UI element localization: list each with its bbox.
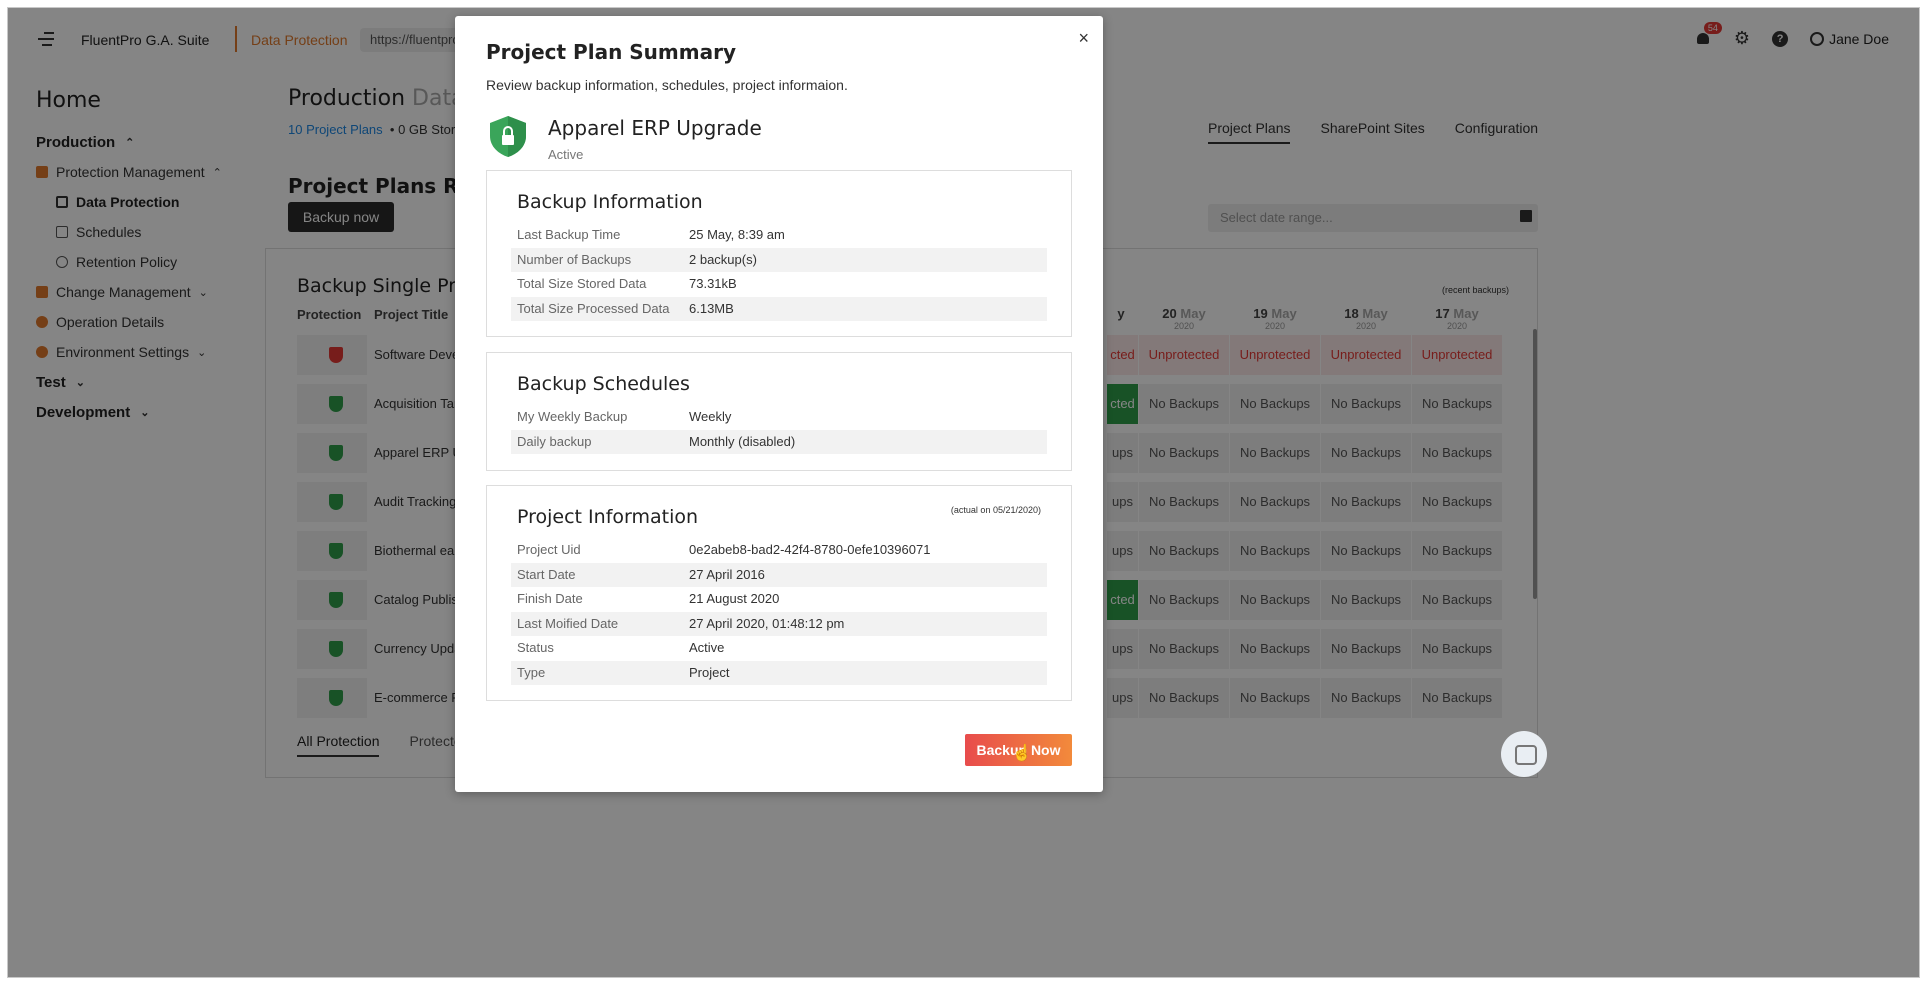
- info-key: Type: [517, 664, 546, 680]
- info-row: Status Active: [511, 636, 1047, 660]
- project-information-title: Project Information: [517, 506, 699, 528]
- info-row: Last Backup Time 25 May, 8:39 am: [511, 223, 1047, 247]
- info-value: 25 May, 8:39 am: [689, 227, 785, 242]
- info-row: Number of Backups 2 backup(s): [511, 247, 1047, 272]
- project-information-panel: Project Information (actual on 05/21/202…: [486, 485, 1072, 701]
- info-key: Last Backup Time: [517, 227, 621, 242]
- info-value: 21 August 2020: [689, 591, 780, 606]
- close-icon[interactable]: ×: [1078, 28, 1089, 49]
- info-value: 0e2abeb8-bad2-42f4-8780-0efe10396071: [689, 542, 931, 557]
- info-row: Total Size Processed Data 6.13MB: [511, 296, 1047, 321]
- info-row: Last Moified Date 27 April 2020, 01:48:12…: [511, 611, 1047, 636]
- info-value: 6.13MB: [689, 300, 734, 316]
- backup-information-panel: Backup Information Last Backup Time 25 Ma…: [486, 170, 1072, 337]
- info-key: Total Size Processed Data: [517, 300, 670, 316]
- info-key: Start Date: [517, 566, 576, 582]
- info-row: Type Project: [511, 660, 1047, 685]
- info-key: Project Uid: [517, 542, 581, 557]
- info-value: Monthly (disabled): [689, 433, 796, 449]
- info-value: 73.31kB: [689, 276, 737, 291]
- shield-lock-icon: [490, 116, 526, 157]
- info-value: 27 April 2020, 01:48:12 pm: [689, 615, 845, 631]
- project-name: Apparel ERP Upgrade: [548, 116, 762, 140]
- chat-icon[interactable]: [1501, 731, 1547, 777]
- info-row: Finish Date 21 August 2020: [511, 587, 1047, 611]
- project-status: Active: [548, 147, 584, 162]
- info-value: Project: [689, 664, 730, 680]
- modal-title: Project Plan Summary: [486, 40, 736, 64]
- backup-schedules-panel: Backup Schedules My Weekly Backup Weekly D…: [486, 352, 1072, 471]
- app-window: FluentPro G.A. Suite Data Protection htt…: [7, 7, 1920, 978]
- project-summary-modal: × Project Plan Summary Review backup inf…: [455, 16, 1103, 792]
- info-key: Last Moified Date: [517, 615, 619, 631]
- info-value: Active: [689, 640, 725, 655]
- info-key: Daily backup: [517, 433, 592, 449]
- info-row: Project Uid 0e2abeb8-bad2-42f4-8780-0efe1…: [511, 538, 1047, 562]
- info-row: Daily backup Monthly (disabled): [511, 429, 1047, 454]
- hand-cursor-icon: ☝: [1012, 745, 1032, 762]
- backup-information-title: Backup Information: [517, 191, 703, 213]
- info-value: 27 April 2016: [689, 566, 765, 582]
- info-key: Total Size Stored Data: [517, 276, 647, 291]
- info-row: Total Size Stored Data 73.31kB: [511, 272, 1047, 296]
- modal-subtitle: Review backup information, schedules, pr…: [486, 77, 848, 93]
- backup-schedules-title: Backup Schedules: [517, 373, 690, 395]
- info-value: Weekly: [689, 409, 732, 424]
- info-key: Finish Date: [517, 591, 583, 606]
- info-value: 2 backup(s): [689, 251, 757, 267]
- info-row: Start Date 27 April 2016: [511, 562, 1047, 587]
- project-information-note: (actual on 05/21/2020): [950, 505, 1041, 515]
- info-row: My Weekly Backup Weekly: [511, 405, 1047, 429]
- info-key: Number of Backups: [517, 251, 632, 267]
- info-key: Status: [517, 640, 554, 655]
- info-key: My Weekly Backup: [517, 409, 628, 424]
